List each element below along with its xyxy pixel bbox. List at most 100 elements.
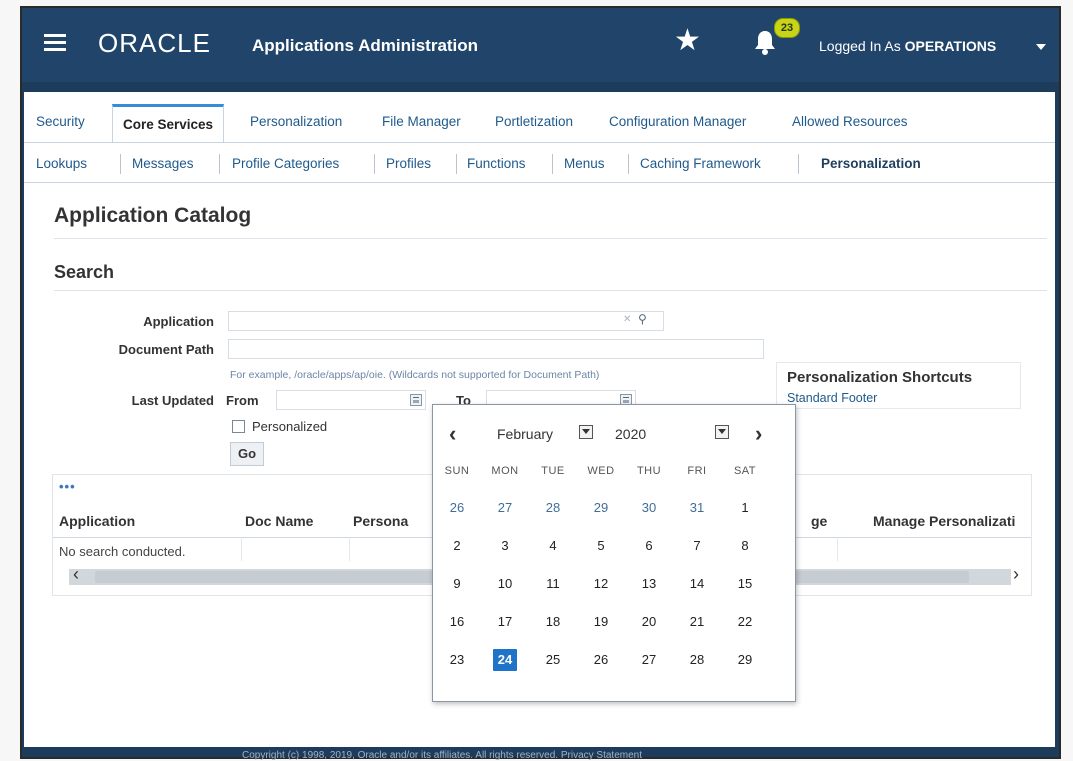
divider (219, 154, 220, 174)
subtab-messages[interactable]: Messages (132, 156, 194, 171)
month-value: February (497, 426, 554, 442)
calendar-day[interactable]: 23 (445, 649, 469, 671)
weekday-header: WED (587, 465, 615, 477)
column-header-page[interactable]: ge (811, 513, 827, 529)
calendar-day[interactable]: 18 (541, 611, 565, 633)
calendar-day[interactable]: 27 (637, 649, 661, 671)
calendar-day[interactable]: 20 (637, 611, 661, 633)
calendar-day[interactable]: 3 (493, 535, 517, 557)
from-date-input[interactable] (276, 390, 426, 410)
login-prefix: Logged In As (819, 38, 905, 54)
calendar-day[interactable]: 2 (445, 535, 469, 557)
calendar-day[interactable]: 6 (637, 535, 661, 557)
calendar-day-other-month[interactable]: 29 (589, 497, 613, 519)
calendar-day[interactable]: 14 (685, 573, 709, 595)
divider (628, 154, 629, 174)
month-select[interactable]: February (493, 425, 611, 445)
subtab-caching-framework[interactable]: Caching Framework (640, 156, 761, 171)
calendar-day[interactable]: 1 (733, 497, 757, 519)
tab-core-services[interactable]: Core Services (112, 104, 225, 142)
subtab-profile-categories[interactable]: Profile Categories (232, 156, 339, 171)
calendar-day[interactable]: 9 (445, 573, 469, 595)
calendar-day[interactable]: 4 (541, 535, 565, 557)
login-user: OPERATIONS (904, 38, 997, 54)
year-select[interactable]: 2020 (611, 425, 729, 445)
chevron-down-icon[interactable] (715, 425, 729, 439)
subtab-profiles[interactable]: Profiles (386, 156, 431, 171)
document-path-input[interactable] (228, 339, 764, 359)
divider (349, 537, 350, 561)
calendar-day[interactable]: 26 (589, 649, 613, 671)
tab-file-manager[interactable]: File Manager (382, 114, 461, 129)
calendar-day[interactable]: 28 (685, 649, 709, 671)
application-input[interactable] (228, 311, 664, 331)
standard-footer-link[interactable]: Standard Footer (787, 391, 877, 405)
year-value: 2020 (615, 426, 647, 442)
personalization-shortcuts: Personalization Shortcuts Standard Foote… (776, 362, 1021, 409)
subtab-personalization[interactable]: Personalization (821, 156, 921, 171)
calendar-day[interactable]: 19 (589, 611, 613, 633)
calendar-day[interactable]: 15 (733, 573, 757, 595)
scroll-right-icon[interactable]: › (1013, 564, 1019, 585)
personalized-checkbox[interactable] (232, 420, 245, 433)
chevron-down-icon[interactable] (579, 425, 593, 439)
column-header-manage-personalizations[interactable]: Manage Personalizati (873, 513, 1015, 529)
tab-allowed-resources[interactable]: Allowed Resources (792, 114, 908, 129)
logged-in-as[interactable]: Logged In As OPERATIONS (819, 38, 996, 54)
calendar-day[interactable]: 29 (733, 649, 757, 671)
tab-security[interactable]: Security (36, 114, 85, 129)
calendar-day[interactable]: 22 (733, 611, 757, 633)
calendar-day[interactable]: 8 (733, 535, 757, 557)
notification-badge[interactable]: 23 (774, 18, 800, 38)
calendar-day-other-month[interactable]: 30 (637, 497, 661, 519)
next-month-icon[interactable]: › (755, 423, 762, 445)
calendar-day[interactable]: 24 (493, 649, 517, 671)
subtab-lookups[interactable]: Lookups (36, 156, 87, 171)
tab-portletization[interactable]: Portletization (495, 114, 573, 129)
tab-personalization[interactable]: Personalization (250, 114, 342, 129)
calendar-day-other-month[interactable]: 26 (445, 497, 469, 519)
column-header-application[interactable]: Application (59, 513, 135, 529)
previous-month-icon[interactable]: ‹ (449, 423, 456, 445)
column-header-doc-name[interactable]: Doc Name (245, 513, 313, 529)
calendar-day[interactable]: 13 (637, 573, 661, 595)
shortcuts-title: Personalization Shortcuts (787, 369, 973, 386)
oracle-logo: ORACLE (98, 28, 211, 58)
calendar-day[interactable]: 10 (493, 573, 517, 595)
tab-configuration-manager[interactable]: Configuration Manager (609, 114, 746, 129)
chevron-down-icon[interactable] (1036, 44, 1046, 50)
divider (54, 290, 1047, 291)
empty-message: No search conducted. (59, 544, 186, 559)
divider (837, 537, 838, 561)
page-title: Application Catalog (54, 204, 252, 227)
more-actions-icon[interactable]: ••• (59, 479, 76, 494)
calendar-day[interactable]: 11 (541, 573, 565, 595)
subtab-functions[interactable]: Functions (467, 156, 526, 171)
calendar-day-other-month[interactable]: 28 (541, 497, 565, 519)
weekday-header: THU (636, 465, 662, 477)
document-path-label: Document Path (118, 342, 214, 357)
footer-copyright: Copyright (c) 1998, 2019, Oracle and/or … (242, 750, 642, 761)
calendar-day[interactable]: 21 (685, 611, 709, 633)
calendar-day[interactable]: 16 (445, 611, 469, 633)
scroll-left-icon[interactable]: ‹ (73, 564, 79, 585)
go-button[interactable]: Go (230, 442, 264, 466)
calendar-icon[interactable] (410, 394, 422, 406)
magnifier-icon[interactable]: ⚲ (638, 312, 647, 326)
column-header-personalization[interactable]: Persona (353, 513, 408, 529)
star-icon[interactable]: ★ (674, 26, 701, 56)
calendar-day[interactable]: 7 (685, 535, 709, 557)
clear-icon[interactable]: ✕ (623, 314, 631, 325)
global-header: ORACLE Applications Administration ★ 23 … (22, 8, 1059, 82)
divider (456, 154, 457, 174)
calendar-day[interactable]: 25 (541, 649, 565, 671)
calendar-day[interactable]: 5 (589, 535, 613, 557)
hamburger-icon[interactable] (44, 34, 66, 51)
divider (54, 238, 1047, 239)
calendar-day[interactable]: 12 (589, 573, 613, 595)
calendar-day-other-month[interactable]: 31 (685, 497, 709, 519)
divider (798, 154, 799, 174)
calendar-day[interactable]: 17 (493, 611, 517, 633)
subtab-menus[interactable]: Menus (564, 156, 605, 171)
calendar-day-other-month[interactable]: 27 (493, 497, 517, 519)
